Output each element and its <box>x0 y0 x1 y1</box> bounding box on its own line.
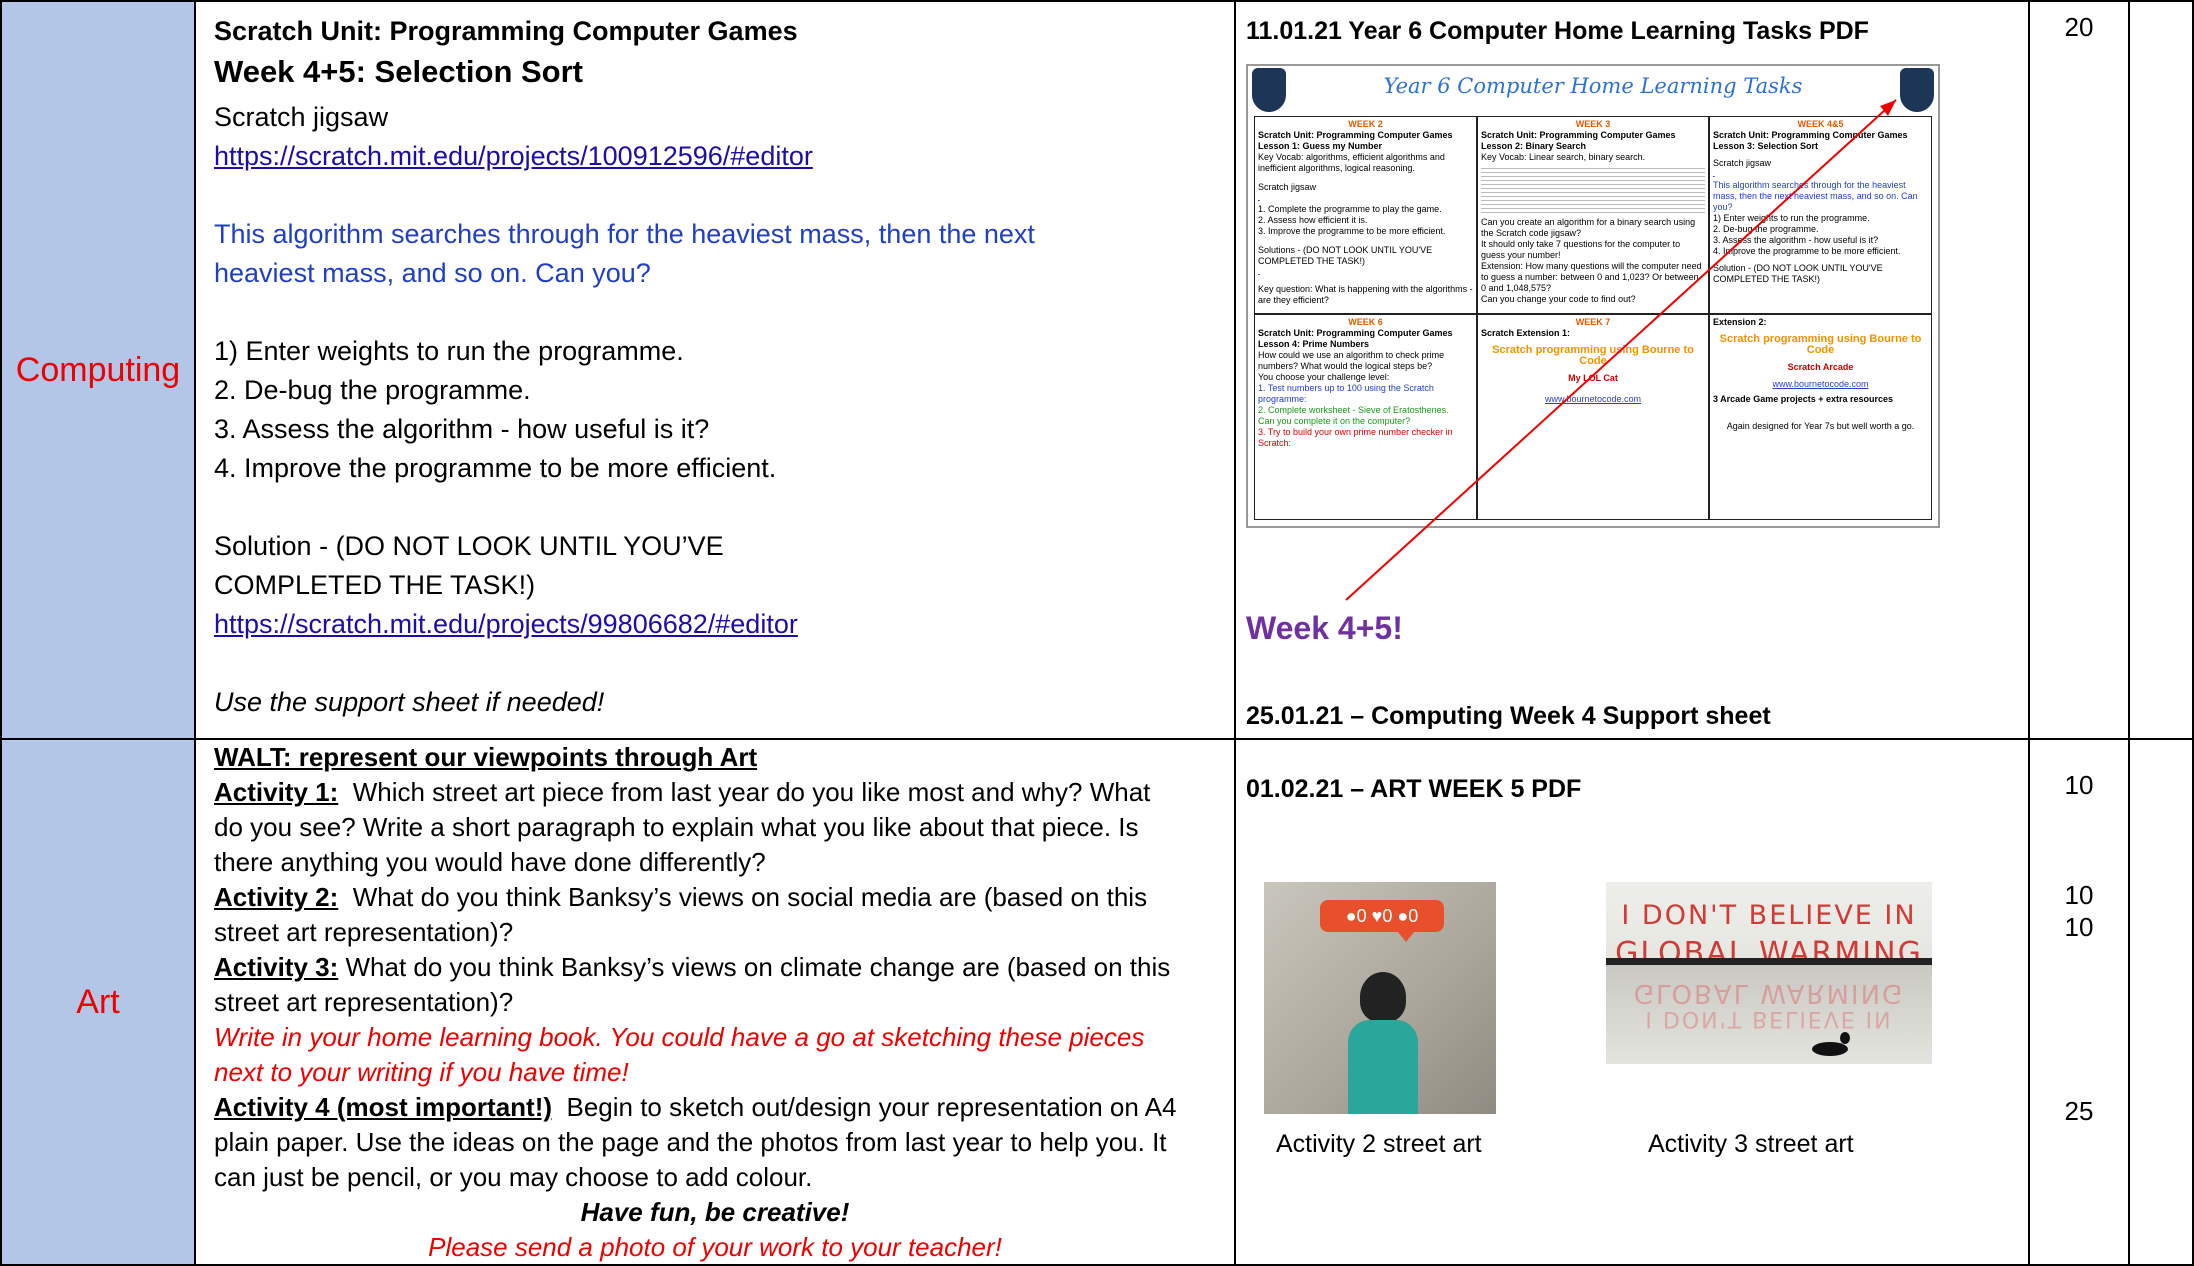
activity-2-street-art-image: ●0 ♥0 ●0 <box>1264 882 1496 1114</box>
thumb-week7-cell: WEEK 7 Scratch Extension 1: Scratch prog… <box>1477 314 1709 520</box>
solution-line-2: COMPLETED THE TASK!) <box>214 570 536 600</box>
intro-line-1: This algorithm searches through for the … <box>214 219 1035 249</box>
activity-3-line-2: street art representation)? <box>214 987 514 1017</box>
walt: WALT: represent our viewpoints through A… <box>214 742 758 772</box>
art-subject-label: Art <box>76 982 120 1021</box>
art-extra-cell <box>2130 740 2194 1266</box>
notification-badge: ●0 ♥0 ●0 <box>1320 900 1444 932</box>
home-learning-pdf-thumbnail[interactable]: Year 6 Computer Home Learning Tasks WEEK… <box>1246 64 1940 528</box>
unit-title: Scratch Unit: Programming Computer Games <box>214 16 798 46</box>
step-3: 3. Assess the algorithm - how useful is … <box>214 414 710 444</box>
activity-3-street-art-image: I DON'T BELIEVE IN GLOBAL WARMING GLOBAL… <box>1606 882 1932 1064</box>
book-line-1: Write in your home learning book. You co… <box>214 1022 1145 1052</box>
computing-extra-cell <box>2130 0 2194 740</box>
jigsaw-label: Scratch jigsaw <box>214 102 389 132</box>
send-photo-line: Please send a photo of your work to your… <box>428 1232 1002 1262</box>
activity-3-label: Activity 3: <box>214 952 339 982</box>
thumb-ext2-cell: Extension 2: Scratch programming using B… <box>1709 314 1932 520</box>
activity-4-label: Activity 4 (most important!) <box>214 1092 553 1122</box>
art-minutes-cell: 10 10 10 25 <box>2030 740 2130 1266</box>
have-fun-line: Have fun, be creative! <box>580 1197 850 1227</box>
computing-minutes-cell: 20 <box>2030 0 2130 740</box>
activity-3-text: What do you think Banksy’s views on clim… <box>338 952 1171 982</box>
activity-4-text: Begin to sketch out/design your represen… <box>552 1092 1177 1122</box>
activity-1-text: Which street art piece from last year do… <box>338 777 1151 807</box>
art-resource-title[interactable]: 01.02.21 – ART WEEK 5 PDF <box>1246 770 2028 809</box>
step-4: 4. Improve the programme to be more effi… <box>214 453 777 483</box>
water-line <box>1606 958 1932 965</box>
duck-figure <box>1812 1042 1848 1056</box>
week-callout: Week 4+5! <box>1246 610 1403 646</box>
activity-2-label: Activity 2: <box>214 882 339 912</box>
activity-1-line-3: there anything you would have done diffe… <box>214 847 766 877</box>
support-note: Use the support sheet if needed! <box>214 687 605 717</box>
thumb-week2-cell: WEEK 2 Scratch Unit: Programming Compute… <box>1254 116 1477 314</box>
activity-1-label: Activity 1: <box>214 777 339 807</box>
activity-1-line-2: do you see? Write a short paragraph to e… <box>214 812 1139 842</box>
activity-4-line-2: plain paper. Use the ideas on the page a… <box>214 1127 1167 1157</box>
computing-subject-cell: Computing <box>0 0 196 740</box>
computing-minutes: 20 <box>2064 12 2094 42</box>
computing-task-cell: Scratch Unit: Programming Computer Games… <box>196 0 1236 740</box>
art-minutes-1: 10 <box>2064 770 2094 800</box>
art-minutes-3: 10 <box>2064 912 2094 942</box>
art-subject-cell: Art <box>0 740 196 1266</box>
support-sheet-title[interactable]: 25.01.21 – Computing Week 4 Support shee… <box>1246 702 2028 731</box>
jigsaw-link[interactable]: https://scratch.mit.edu/projects/1009125… <box>214 141 813 171</box>
activity-3-caption: Activity 3 street art <box>1648 1130 1854 1158</box>
activity-2-text: What do you think Banksy’s views on soci… <box>338 882 1148 912</box>
book-line-2: next to your writing if you have time! <box>214 1057 629 1087</box>
computing-resource-cell: 11.01.21 Year 6 Computer Home Learning T… <box>1236 0 2030 740</box>
art-task-cell: WALT: represent our viewpoints through A… <box>196 740 1236 1266</box>
computing-subject-label: Computing <box>15 350 181 389</box>
thumb-week3-cell: WEEK 3 Scratch Unit: Programming Compute… <box>1477 116 1709 314</box>
week-title: Week 4+5: Selection Sort <box>214 54 583 89</box>
child-figure <box>1360 972 1406 1022</box>
step-1: 1) Enter weights to run the programme. <box>214 336 684 366</box>
solution-line-1: Solution - (DO NOT LOOK UNTIL YOU’VE <box>214 531 724 561</box>
thumb-week45-cell: WEEK 4&5 Scratch Unit: Programming Compu… <box>1709 116 1932 314</box>
art-minutes-2: 10 <box>2064 880 2094 910</box>
step-2: 2. De-bug the programme. <box>214 375 531 405</box>
thumb-week6-cell: WEEK 6 Scratch Unit: Programming Compute… <box>1254 314 1477 520</box>
thumbnail-title: Year 6 Computer Home Learning Tasks <box>1383 74 1803 98</box>
art-minutes-4: 25 <box>2064 1096 2094 1126</box>
mural-text-line-1: I DON'T BELIEVE IN <box>1621 900 1917 931</box>
intro-line-2: heaviest mass, and so on. Can you? <box>214 258 651 288</box>
solution-link[interactable]: https://scratch.mit.edu/projects/9980668… <box>214 609 798 639</box>
computing-resource-title: 11.01.21 Year 6 Computer Home Learning T… <box>1246 17 1869 45</box>
activity-4-line-3: can just be pencil, or you may choose to… <box>214 1162 813 1192</box>
art-resource-cell: 01.02.21 – ART WEEK 5 PDF ●0 ♥0 ●0 Activ… <box>1236 740 2030 1266</box>
activity-2-line-2: street art representation)? <box>214 917 514 947</box>
